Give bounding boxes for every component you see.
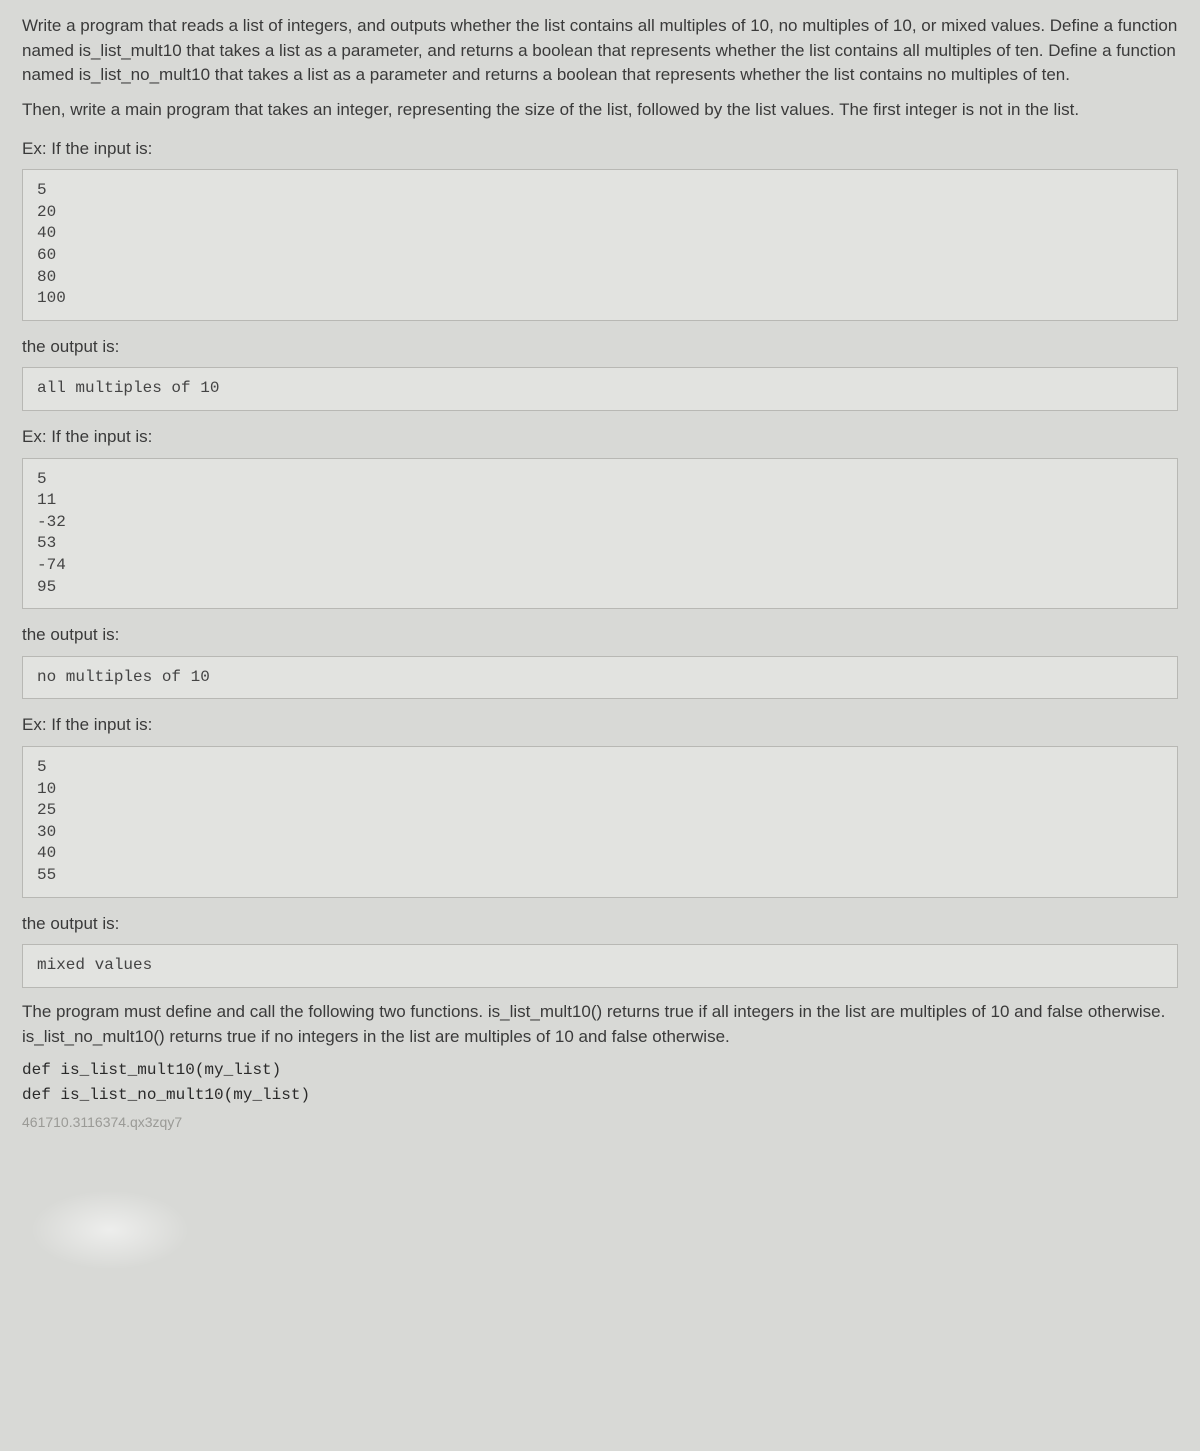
footer-paragraph: The program must define and call the fol…: [22, 1000, 1178, 1049]
function-signature-1: def is_list_mult10(my_list): [22, 1059, 1178, 1082]
example2-output-label: the output is:: [22, 623, 1178, 648]
example3-input-label: Ex: If the input is:: [22, 713, 1178, 738]
glare-artifact: [30, 1190, 190, 1270]
exercise-id: 461710.3116374.qx3zqy7: [22, 1112, 1178, 1132]
example3-input-code: 5 10 25 30 40 55: [22, 746, 1178, 898]
example1-output-label: the output is:: [22, 335, 1178, 360]
function-signature-2: def is_list_no_mult10(my_list): [22, 1084, 1178, 1107]
intro-paragraph-2: Then, write a main program that takes an…: [22, 98, 1178, 123]
intro-paragraph-1: Write a program that reads a list of int…: [22, 14, 1178, 88]
example1-input-label: Ex: If the input is:: [22, 137, 1178, 162]
example1-input-code: 5 20 40 60 80 100: [22, 169, 1178, 321]
example3-output-code: mixed values: [22, 944, 1178, 988]
example2-input-code: 5 11 -32 53 -74 95: [22, 458, 1178, 610]
problem-description: Write a program that reads a list of int…: [22, 14, 1178, 123]
example3-output-label: the output is:: [22, 912, 1178, 937]
footer-description: The program must define and call the fol…: [22, 1000, 1178, 1049]
example2-input-label: Ex: If the input is:: [22, 425, 1178, 450]
example2-output-code: no multiples of 10: [22, 656, 1178, 700]
example1-output-code: all multiples of 10: [22, 367, 1178, 411]
